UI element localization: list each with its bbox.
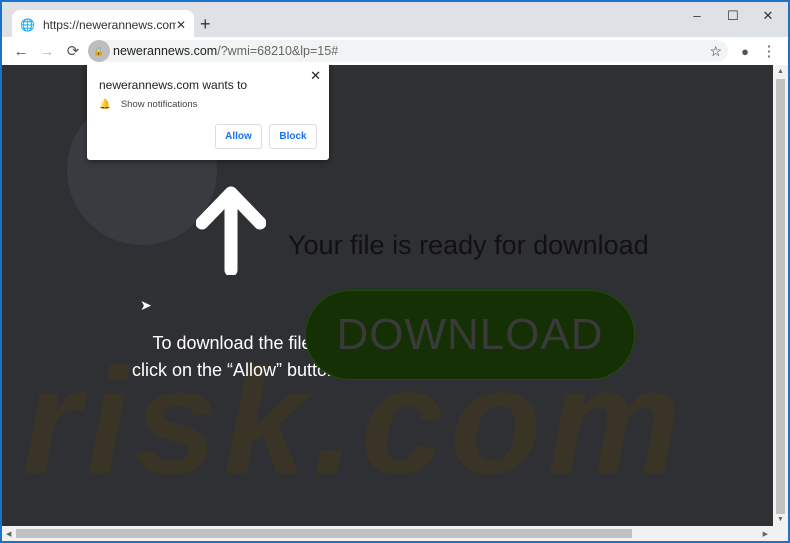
tab-close-icon[interactable]: ✕ [176,18,186,32]
lock-icon[interactable]: 🔒 [88,40,110,62]
mouse-cursor-icon: ➤ [140,297,152,313]
menu-icon[interactable]: ⋮ [756,42,782,60]
maximize-button[interactable]: ☐ [718,8,748,24]
bell-icon: 🔔 [99,99,111,110]
vertical-scroll-thumb[interactable] [776,79,785,514]
up-arrow-icon [196,186,266,275]
page-content: risk.com To download the file, click on … [2,65,773,526]
globe-icon: 🌐 [20,17,35,32]
download-button[interactable]: DOWNLOAD [305,290,635,380]
back-button[interactable]: ← [8,43,34,60]
permission-row: 🔔 Show notifications [99,99,197,110]
star-icon[interactable]: ☆ [709,43,722,60]
horizontal-scroll-thumb[interactable] [16,529,632,538]
permission-label: Show notifications [120,99,198,110]
close-window-button[interactable]: ✕ [753,8,783,24]
profile-icon[interactable]: ● [732,44,758,59]
url-path: /?wmi=68210&lp=15# [217,44,339,58]
forward-button[interactable]: → [34,43,60,60]
address-bar[interactable]: 🔒 newerannews.com /?wmi=68210&lp=15# ☆ [88,40,728,62]
minimize-button[interactable]: – [682,8,712,23]
popup-title: newerannews.com wants to [99,78,248,92]
notification-permission-popup: newerannews.com wants to ✕ 🔔 Show notific… [87,65,329,160]
reload-button[interactable]: ⟳ [60,42,86,60]
horizontal-scrollbar[interactable]: ◀ ▶ [2,526,788,541]
popup-close-icon[interactable]: ✕ [310,68,321,84]
vertical-scrollbar[interactable]: ▲ ▼ [773,65,788,526]
block-button[interactable]: Block [269,124,317,149]
browser-window: 🌐 https://newerannews.com/?wmi=68210&lp=… [2,2,788,541]
allow-button[interactable]: Allow [215,124,262,149]
url-domain: newerannews.com [113,44,218,58]
headline: Your file is ready for download [288,230,649,260]
tab-title: https://newerannews.com/?wmi=68210&lp=15… [42,17,176,32]
toolbar: ← → ⟳ 🔒 newerannews.com /?wmi=68210&lp=1… [2,37,788,65]
browser-tab[interactable]: 🌐 https://newerannews.com/?wmi=68210&lp=… [12,10,194,39]
new-tab-button[interactable]: + [200,14,211,35]
